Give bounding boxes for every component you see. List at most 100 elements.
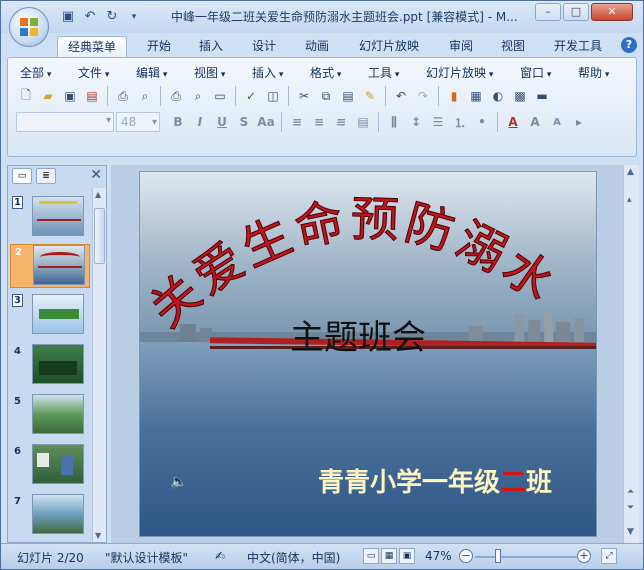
- scroll-up-icon[interactable]: ▴: [627, 195, 632, 205]
- office-button[interactable]: [9, 7, 49, 47]
- slide-sorter-icon[interactable]: ▦: [381, 548, 397, 564]
- research-icon[interactable]: ⌕: [135, 86, 155, 106]
- slide-thumb-1[interactable]: 1: [10, 196, 90, 240]
- font-size-box[interactable]: 48: [116, 112, 160, 132]
- line-spacing-icon[interactable]: ☰: [428, 112, 448, 132]
- zoom-level[interactable]: 47%: [425, 549, 452, 563]
- tab-classic-menu[interactable]: 经典菜单: [57, 36, 127, 57]
- tab-animation[interactable]: 动画: [297, 36, 337, 57]
- tab-review[interactable]: 审阅: [441, 36, 481, 57]
- slide-thumb-3[interactable]: 3: [10, 294, 90, 338]
- tab-home[interactable]: 开始: [139, 36, 179, 57]
- columns-icon[interactable]: ⫼: [384, 112, 404, 132]
- print-icon[interactable]: ⎙: [166, 86, 186, 106]
- save-icon[interactable]: ▣: [59, 8, 77, 26]
- print-preview-icon[interactable]: ⎙: [113, 86, 133, 106]
- scroll-up-icon[interactable]: ▲: [627, 167, 634, 177]
- save-file-icon[interactable]: ▣: [60, 86, 80, 106]
- shadow-icon[interactable]: S: [234, 112, 254, 132]
- bold-icon[interactable]: B: [168, 112, 188, 132]
- menu-edit[interactable]: 编辑: [136, 64, 167, 81]
- font-name-box[interactable]: [16, 112, 114, 132]
- menu-file[interactable]: 文件: [78, 64, 109, 81]
- permission-icon[interactable]: ▤: [82, 86, 102, 106]
- format-painter-icon[interactable]: ✎: [360, 86, 380, 106]
- menu-view[interactable]: 视图: [194, 64, 225, 81]
- shrink-font-icon[interactable]: A: [547, 112, 567, 132]
- align-right-icon[interactable]: ≡: [331, 112, 351, 132]
- class-name-text[interactable]: 青青小学一年级二班: [318, 462, 552, 499]
- slideshow-view-icon[interactable]: ▣: [399, 548, 415, 564]
- minimize-button[interactable]: –: [535, 3, 561, 21]
- align-left-icon[interactable]: ≡: [287, 112, 307, 132]
- tab-slides-view[interactable]: ▭: [12, 168, 32, 184]
- slide-thumb-7[interactable]: 7: [10, 494, 90, 538]
- change-case-icon[interactable]: Aa: [256, 112, 276, 132]
- preview-icon[interactable]: ⌕: [188, 86, 208, 106]
- close-button[interactable]: ✕: [591, 3, 633, 21]
- normal-view-icon[interactable]: ▭: [363, 548, 379, 564]
- text-direction-icon[interactable]: ↕: [406, 112, 426, 132]
- menu-all[interactable]: 全部: [20, 64, 51, 81]
- menu-tools[interactable]: 工具: [368, 64, 399, 81]
- slide-subtitle[interactable]: 主题班会: [290, 310, 426, 359]
- zoom-in-icon[interactable]: +: [577, 549, 591, 563]
- menu-insert[interactable]: 插入: [252, 64, 283, 81]
- grow-font-icon[interactable]: A: [525, 112, 545, 132]
- align-center-icon[interactable]: ≡: [309, 112, 329, 132]
- next-slide-icon[interactable]: ⏷: [627, 503, 634, 513]
- previous-slide-icon[interactable]: ⏶: [627, 487, 634, 497]
- menu-slideshow[interactable]: 幻灯片放映: [426, 64, 493, 81]
- underline-icon[interactable]: U: [212, 112, 232, 132]
- more-options-icon[interactable]: ▸: [569, 112, 589, 132]
- justify-icon[interactable]: ▤: [353, 112, 373, 132]
- layout-icon[interactable]: ▭: [210, 86, 230, 106]
- tab-developer[interactable]: 开发工具: [547, 36, 609, 57]
- undo-icon[interactable]: ↶: [81, 8, 99, 26]
- redo-icon[interactable]: ↻: [103, 8, 121, 26]
- thesaurus-icon[interactable]: ◫: [263, 86, 283, 106]
- slide-thumb-2[interactable]: 2: [10, 244, 90, 288]
- scroll-thumb[interactable]: [94, 208, 105, 264]
- spelling-icon[interactable]: ✓: [241, 86, 261, 106]
- grid-icon[interactable]: ▩: [510, 86, 530, 106]
- slide-thumb-4[interactable]: 4: [10, 344, 90, 388]
- fit-to-window-icon[interactable]: ⤢: [601, 548, 617, 564]
- redo-toolbar-icon[interactable]: ↷: [413, 86, 433, 106]
- bullets-icon[interactable]: •: [472, 112, 492, 132]
- tab-slideshow[interactable]: 幻灯片放映: [352, 36, 426, 57]
- tab-view[interactable]: 视图: [493, 36, 533, 57]
- slide-thumb-6[interactable]: 6: [10, 444, 90, 488]
- numbering-icon[interactable]: ⒈: [450, 112, 470, 132]
- customize-qat-icon[interactable]: ▾: [125, 8, 143, 26]
- menu-format[interactable]: 格式: [310, 64, 341, 81]
- menu-window[interactable]: 窗口: [520, 64, 551, 81]
- close-pane-icon[interactable]: ✕: [90, 167, 102, 183]
- tab-design[interactable]: 设计: [244, 36, 284, 57]
- tab-outline-view[interactable]: ≣: [36, 168, 56, 184]
- scroll-down-icon[interactable]: ▼: [627, 527, 634, 537]
- zoom-out-icon[interactable]: −: [459, 549, 473, 563]
- slide-layout-icon[interactable]: ▬: [532, 86, 552, 106]
- paste-icon[interactable]: ▤: [338, 86, 358, 106]
- color-grayscale-icon[interactable]: ◐: [488, 86, 508, 106]
- language-indicator[interactable]: 中文(简体，中国): [247, 549, 340, 566]
- zoom-slider[interactable]: [475, 556, 579, 558]
- copy-icon[interactable]: ⧉: [316, 86, 336, 106]
- scroll-up-icon[interactable]: ▲: [95, 190, 101, 199]
- maximize-button[interactable]: □: [563, 3, 589, 21]
- italic-icon[interactable]: I: [190, 112, 210, 132]
- cut-icon[interactable]: ✂: [294, 86, 314, 106]
- scroll-down-icon[interactable]: ▼: [95, 531, 101, 540]
- menu-help[interactable]: 帮助: [578, 64, 609, 81]
- slides-pane-scrollbar[interactable]: ▲ ▼: [92, 188, 106, 542]
- current-slide[interactable]: 关爱生命预防溺水 主题班会 🔈 青青小学一年级二班: [139, 171, 597, 537]
- zoom-slider-knob[interactable]: [495, 549, 501, 563]
- new-icon[interactable]: 🗋: [16, 86, 36, 106]
- insert-table-icon[interactable]: ▦: [466, 86, 486, 106]
- spellcheck-icon[interactable]: ✍: [215, 549, 225, 563]
- help-icon[interactable]: ?: [621, 37, 637, 53]
- open-icon[interactable]: ▰: [38, 86, 58, 106]
- undo-toolbar-icon[interactable]: ↶: [391, 86, 411, 106]
- audio-icon[interactable]: 🔈: [170, 474, 187, 490]
